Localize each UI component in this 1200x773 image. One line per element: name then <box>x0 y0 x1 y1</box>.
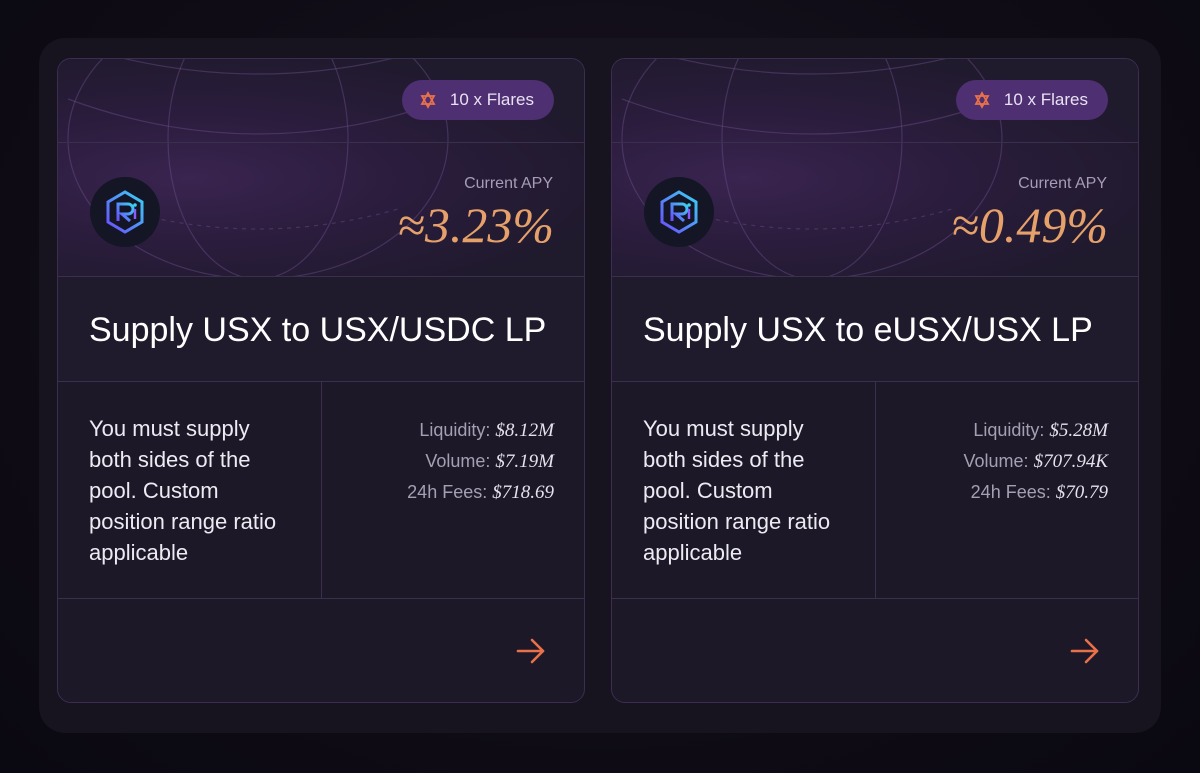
stat-value: $718.69 <box>492 482 554 503</box>
stat-fees: 24h Fees: $718.69 <box>407 477 554 508</box>
arrow-right-icon[interactable] <box>514 634 548 668</box>
details-area: You must supply both sides of the pool. … <box>612 381 1138 599</box>
stat-label: 24h Fees: <box>970 482 1051 502</box>
card-description: You must supply both sides of the pool. … <box>89 416 277 565</box>
badge-label: 10 x Flares <box>449 90 534 109</box>
arrow-right-icon[interactable] <box>1068 634 1102 668</box>
divider <box>58 142 584 143</box>
stat-value: $8.12M <box>495 420 554 441</box>
apy-label: Current APY <box>464 175 553 192</box>
pool-stats: Liquidity: $5.28M Volume: $707.94K 24h F… <box>964 415 1109 508</box>
apy-value: ≈3.23% <box>397 197 554 253</box>
card-header: 10 x Flares Current APY ≈3.23% <box>58 59 584 276</box>
flare-icon <box>420 91 436 109</box>
stat-volume: Volume: $707.94K <box>964 446 1109 477</box>
divider <box>612 142 1138 143</box>
pool-card[interactable]: 10 x Flares Current APY ≈0.49% Supply US… <box>611 58 1139 703</box>
stat-liquidity: Liquidity: $8.12M <box>407 415 554 446</box>
card-title: Supply USX to eUSX/USX LP <box>643 311 1093 349</box>
stat-value: $70.79 <box>1055 482 1108 503</box>
pool-stats: Liquidity: $8.12M Volume: $7.19M 24h Fee… <box>407 415 554 508</box>
card-description: You must supply both sides of the pool. … <box>643 416 831 565</box>
stat-label: Volume: <box>425 451 491 471</box>
stat-fees: 24h Fees: $70.79 <box>964 477 1108 508</box>
flares-badge: 10 x Flares <box>401 80 554 120</box>
divider <box>321 381 322 598</box>
stat-label: Liquidity: <box>973 420 1045 440</box>
stat-value: $5.28M <box>1049 420 1108 441</box>
apy-value: ≈0.49% <box>951 197 1108 253</box>
card-header: 10 x Flares Current APY ≈0.49% <box>612 59 1138 276</box>
badge-label: 10 x Flares <box>1003 90 1088 109</box>
stat-volume: Volume: $7.19M <box>407 446 554 477</box>
stat-liquidity: Liquidity: $5.28M <box>964 415 1108 446</box>
stat-label: Liquidity: <box>419 420 491 440</box>
stat-value: $707.94K <box>1033 451 1108 472</box>
raydium-logo-icon <box>644 177 714 247</box>
title-area: Supply USX to eUSX/USX LP <box>612 276 1138 382</box>
card-title: Supply USX to USX/USDC LP <box>89 311 547 349</box>
stat-value: $7.19M <box>495 451 554 472</box>
pool-card[interactable]: 10 x Flares Current APY ≈3.23% Supply US… <box>57 58 585 703</box>
details-area: You must supply both sides of the pool. … <box>58 381 584 599</box>
divider <box>875 381 876 598</box>
stat-label: 24h Fees: <box>407 482 488 502</box>
stat-label: Volume: <box>963 451 1029 471</box>
cards-panel: 10 x Flares Current APY ≈3.23% Supply US… <box>39 38 1161 733</box>
title-area: Supply USX to USX/USDC LP <box>58 276 584 382</box>
flare-icon <box>974 91 990 109</box>
apy-label: Current APY <box>1018 175 1107 192</box>
raydium-logo-icon <box>90 177 160 247</box>
flares-badge: 10 x Flares <box>955 80 1108 120</box>
